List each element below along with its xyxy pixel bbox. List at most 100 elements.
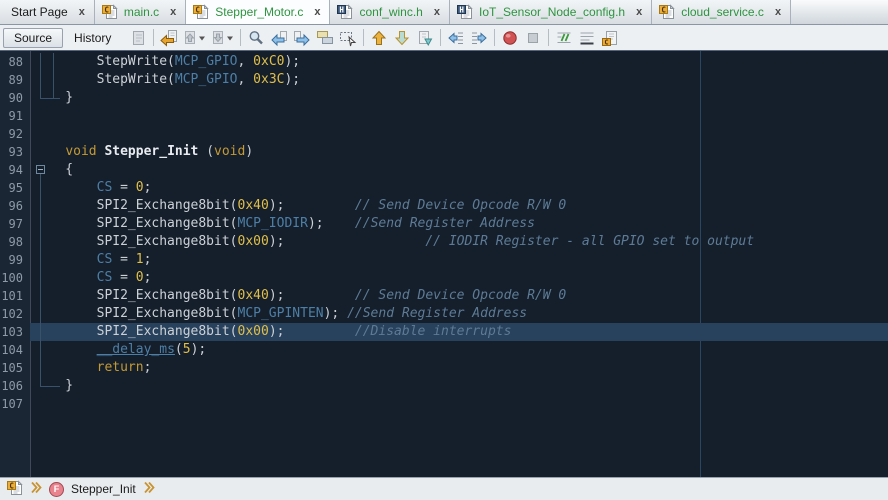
h-file-icon: H (337, 4, 353, 20)
close-tab-icon[interactable]: x (312, 7, 322, 18)
code-line[interactable]: 94 { (0, 161, 888, 179)
uncomment-icon[interactable] (576, 28, 598, 48)
code-line[interactable]: 91 (0, 107, 888, 125)
code-line[interactable]: 97 SPI2_Exchange8bit(MCP_IODIR); //Send … (0, 215, 888, 233)
previous-bookmark-icon[interactable] (368, 28, 390, 48)
tab-label: conf_winc.h (355, 5, 426, 19)
toolbar-separator (548, 29, 549, 46)
find-previous-icon[interactable] (268, 28, 290, 48)
line-number: 103 (0, 323, 30, 341)
code-text: SPI2_Exchange8bit(MCP_GPINTEN); //Send R… (30, 305, 888, 323)
code-fold-corner (40, 98, 60, 99)
find-icon[interactable] (245, 28, 267, 48)
close-tab-icon[interactable]: x (77, 7, 87, 18)
line-number: 89 (0, 71, 30, 89)
tab-label: main.c (120, 5, 163, 19)
code-line[interactable]: 92 (0, 125, 888, 143)
code-line[interactable]: 96 SPI2_Exchange8bit(0x40); // Send Devi… (0, 197, 888, 215)
code-line[interactable]: 90 } (0, 89, 888, 107)
tab-conf-winc-h[interactable]: Hconf_winc.h x (330, 0, 450, 24)
svg-text:C: C (196, 5, 201, 14)
last-edit-icon[interactable] (127, 28, 149, 48)
svg-text:C: C (9, 481, 14, 490)
toggle-header-source-icon[interactable]: C (599, 28, 621, 48)
previous-diff-icon[interactable] (181, 28, 208, 48)
code-text (30, 125, 888, 143)
code-text: } (30, 89, 888, 107)
code-line[interactable]: 93 void Stepper_Init (void) (0, 143, 888, 161)
code-editor: 88 StepWrite(MCP_GPIO, 0xC0);89 StepWrit… (0, 51, 888, 477)
line-number: 104 (0, 341, 30, 359)
code-line[interactable]: 105 return; (0, 359, 888, 377)
code-text: } (30, 377, 888, 395)
next-bookmark-icon[interactable] (391, 28, 413, 48)
code-line[interactable]: 103 SPI2_Exchange8bit(0x00); //Disable i… (0, 323, 888, 341)
code-text: SPI2_Exchange8bit(0x00); //Disable inter… (30, 323, 888, 341)
breadcrumb-bar: C F Stepper_Init (0, 477, 888, 500)
close-tab-icon[interactable]: x (432, 7, 442, 18)
tab-start-page[interactable]: Start Page x (0, 0, 95, 24)
svg-text:H: H (340, 5, 345, 14)
code-line[interactable]: 100 CS = 0; (0, 269, 888, 287)
toolbar-icons: C (127, 28, 621, 48)
tab-cloud-service-c[interactable]: Ccloud_service.cx (652, 0, 791, 24)
find-next-icon[interactable] (291, 28, 313, 48)
toolbar-separator (363, 29, 364, 46)
ide-window: Start PagexCmain.cxCStepper_Motor.cxHcon… (0, 0, 888, 500)
close-tab-icon[interactable]: x (634, 7, 644, 18)
code-text (30, 395, 888, 413)
record-macro-icon[interactable] (499, 28, 521, 48)
code-line[interactable]: 88 StepWrite(MCP_GPIO, 0xC0); (0, 53, 888, 71)
line-number: 105 (0, 359, 30, 377)
tab-bar: Start PagexCmain.cxCStepper_Motor.cxHcon… (0, 0, 888, 25)
toolbar-separator (240, 29, 241, 46)
breadcrumb-function[interactable]: Stepper_Init (71, 482, 136, 496)
code-text: StepWrite(MCP_GPIO, 0x3C); (30, 71, 888, 89)
tab-label: Start Page (7, 5, 72, 19)
select-lines-icon[interactable] (314, 28, 336, 48)
code-line[interactable]: 104 __delay_ms(5); (0, 341, 888, 359)
tab-label: cloud_service.c (677, 5, 768, 19)
breadcrumb-chevron-icon (143, 481, 155, 497)
shift-left-icon[interactable] (445, 28, 467, 48)
code-lines[interactable]: 88 StepWrite(MCP_GPIO, 0xC0);89 StepWrit… (0, 51, 888, 477)
back-to-last-edit-icon[interactable] (158, 28, 180, 48)
code-line[interactable]: 98 SPI2_Exchange8bit(0x00); // IODIR Reg… (0, 233, 888, 251)
code-text: StepWrite(MCP_GPIO, 0xC0); (30, 53, 888, 71)
next-diff-icon[interactable] (209, 28, 236, 48)
code-text: SPI2_Exchange8bit(0x40); // Send Device … (30, 197, 888, 215)
h-file-icon: H (457, 4, 473, 20)
comment-icon[interactable] (553, 28, 575, 48)
code-text: SPI2_Exchange8bit(MCP_IODIR); //Send Reg… (30, 215, 888, 233)
rectangular-selection-icon[interactable] (337, 28, 359, 48)
code-line[interactable]: 106 } (0, 377, 888, 395)
line-number: 93 (0, 143, 30, 161)
tab-stepper-motor-c[interactable]: C Stepper_Motor.c x (186, 0, 330, 24)
close-tab-icon[interactable]: x (168, 7, 178, 18)
stop-macro-icon[interactable] (522, 28, 544, 48)
code-line[interactable]: 95 CS = 0; (0, 179, 888, 197)
code-line[interactable]: 89 StepWrite(MCP_GPIO, 0x3C); (0, 71, 888, 89)
tab-main-c[interactable]: Cmain.c x (95, 0, 186, 24)
tab-label: Stepper_Motor.c (211, 5, 307, 19)
code-line[interactable]: 99 CS = 1; (0, 251, 888, 269)
code-text: CS = 0; (30, 179, 888, 197)
line-number: 107 (0, 395, 30, 413)
history-view-button[interactable]: History (63, 28, 122, 48)
code-line[interactable]: 101 SPI2_Exchange8bit(0x40); // Send Dev… (0, 287, 888, 305)
toolbar-separator (494, 29, 495, 46)
code-fold-collapse-icon[interactable] (36, 165, 45, 174)
code-line[interactable]: 107 (0, 395, 888, 413)
line-number: 94 (0, 161, 30, 179)
code-line[interactable]: 102 SPI2_Exchange8bit(MCP_GPINTEN); //Se… (0, 305, 888, 323)
tab-iot-sensor-node-config-h[interactable]: HIoT_Sensor_Node_config.hx (450, 0, 652, 24)
source-view-button[interactable]: Source (3, 28, 63, 48)
close-tab-icon[interactable]: x (773, 7, 783, 18)
shift-right-icon[interactable] (468, 28, 490, 48)
toggle-bookmark-icon[interactable] (414, 28, 436, 48)
code-text: void Stepper_Init (void) (30, 143, 888, 161)
code-text: SPI2_Exchange8bit(0x40); // Send Device … (30, 287, 888, 305)
svg-text:C: C (104, 5, 109, 14)
line-number: 100 (0, 269, 30, 287)
line-number: 101 (0, 287, 30, 305)
